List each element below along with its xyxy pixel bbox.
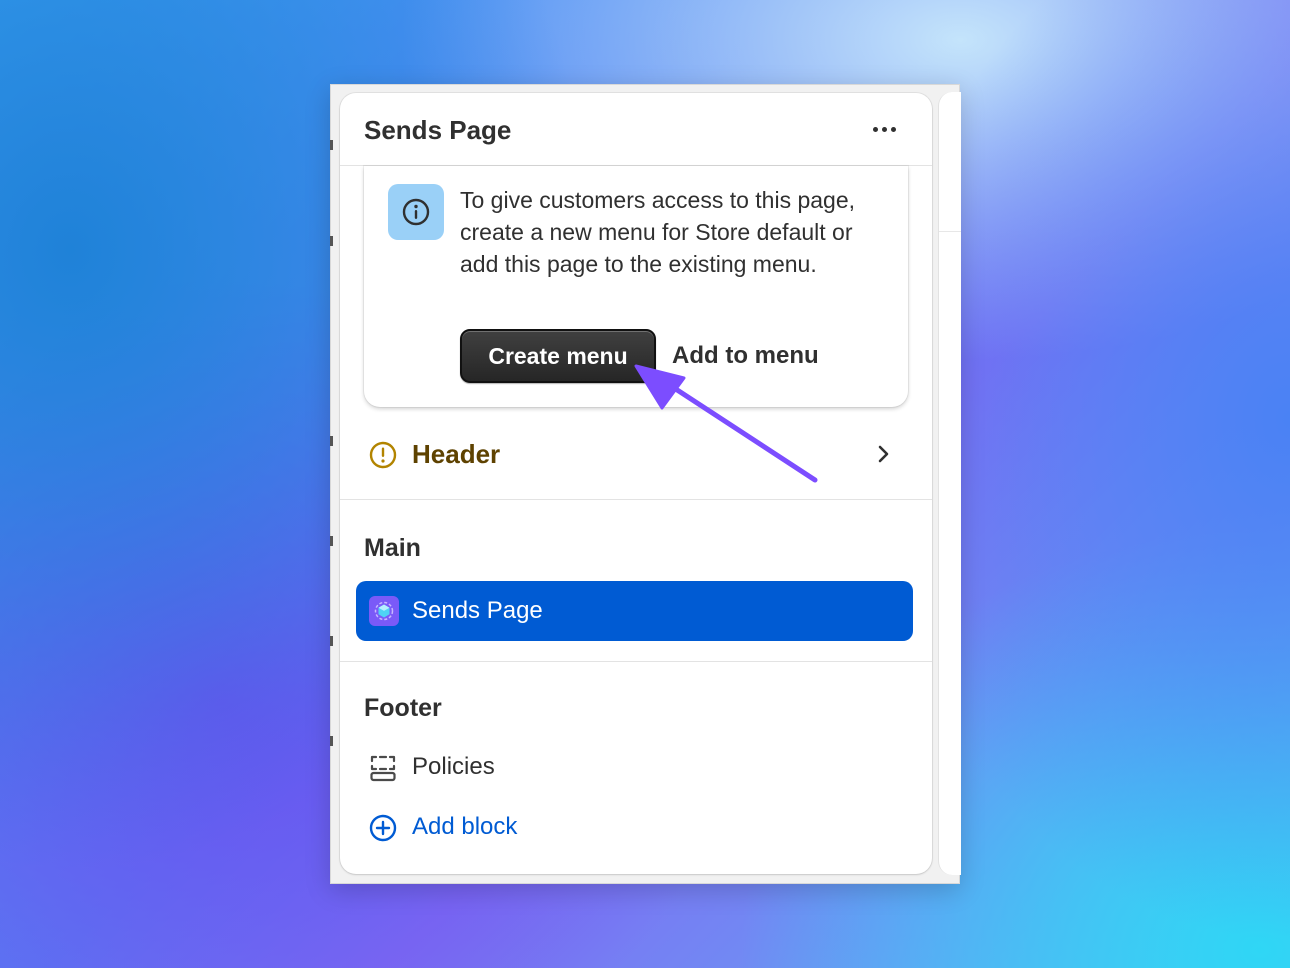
page-title: Sends Page (364, 115, 512, 145)
chevron-right-icon (878, 445, 889, 463)
section-divider (340, 661, 932, 662)
section-icon (370, 755, 396, 782)
policies-label: Policies (412, 753, 495, 780)
footer-section-title: Footer (364, 694, 442, 722)
sidebar-item-policies[interactable]: Policies (364, 749, 664, 785)
header-section-label: Header (412, 439, 501, 469)
more-horizontal-icon (872, 126, 896, 132)
sidebar-panel: Sends Page To give customers access to t… (340, 93, 932, 874)
preview-panel-header (939, 92, 961, 232)
alert-circle-icon (369, 441, 397, 469)
panel-header: Sends Page (340, 93, 932, 166)
banner-message: To give customers access to this page, c… (460, 187, 856, 277)
more-actions-button[interactable] (862, 115, 906, 143)
menu-access-banner: To give customers access to this page, c… (364, 166, 908, 407)
add-to-menu-button[interactable]: Add to menu (672, 329, 819, 383)
plus-circle-icon (369, 814, 397, 842)
add-block-label: Add block (412, 813, 518, 840)
app-block-icon (369, 596, 399, 626)
add-block-button[interactable]: Add block (364, 809, 664, 845)
info-icon (388, 184, 444, 240)
header-section-row[interactable]: Header (340, 420, 932, 500)
main-section-title: Main (364, 534, 421, 562)
editor-edge-marks (330, 140, 334, 780)
selected-item-label: Sends Page (412, 597, 543, 624)
create-menu-button[interactable]: Create menu (460, 329, 656, 383)
sidebar-item-sends-page[interactable]: Sends Page (356, 581, 913, 641)
preview-panel-edge (938, 92, 961, 875)
